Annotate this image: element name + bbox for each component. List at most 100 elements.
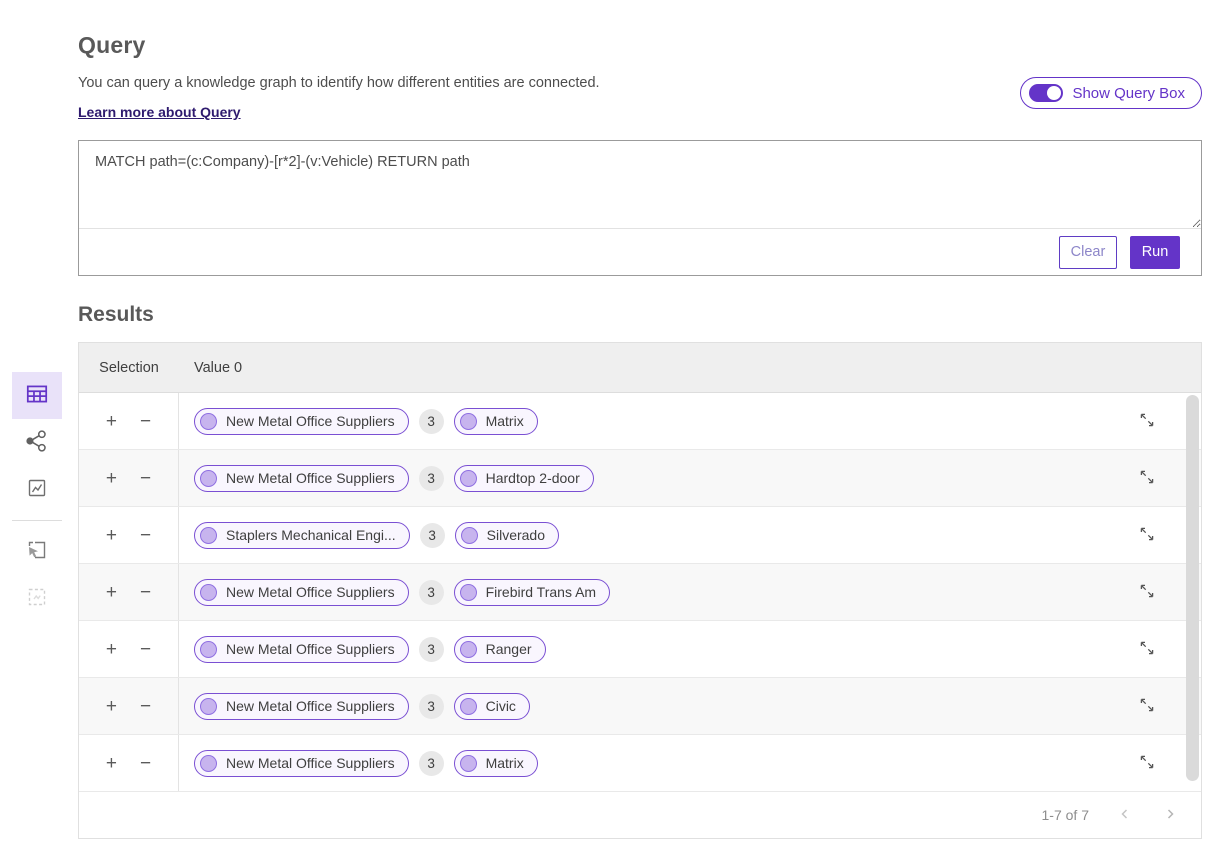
table-row: + − Staplers Mechanical Engi... 3 Silver… [79, 507, 1201, 564]
query-input[interactable]: MATCH path=(c:Company)-[r*2]-(v:Vehicle)… [79, 141, 1201, 229]
entity-pill-company[interactable]: New Metal Office Suppliers [194, 693, 409, 720]
expand-row-button[interactable] [1137, 581, 1157, 604]
entity-pill-vehicle[interactable]: Firebird Trans Am [454, 579, 610, 606]
entity-pill-vehicle[interactable]: Hardtop 2-door [454, 465, 594, 492]
chevron-right-icon [1163, 809, 1177, 824]
node-dot-icon [200, 755, 217, 772]
remove-selection-button[interactable]: − [140, 526, 151, 545]
path-count-badge: 3 [419, 694, 444, 719]
scrollbar-thumb[interactable] [1186, 395, 1199, 781]
remove-selection-button[interactable]: − [140, 412, 151, 431]
entity-pill-company[interactable]: New Metal Office Suppliers [194, 636, 409, 663]
map-select-view-button[interactable] [12, 528, 62, 575]
query-card: MATCH path=(c:Company)-[r*2]-(v:Vehicle)… [78, 140, 1202, 276]
expand-icon [1139, 644, 1155, 659]
column-header-value0: Value 0 [179, 360, 242, 376]
node-dot-icon [200, 698, 217, 715]
path-count-badge: 3 [419, 466, 444, 491]
learn-more-link[interactable]: Learn more about Query [78, 104, 241, 120]
show-query-box-toggle[interactable]: Show Query Box [1020, 77, 1202, 109]
sidebar-divider [12, 520, 62, 521]
entity-pill-company[interactable]: New Metal Office Suppliers [194, 465, 409, 492]
table-row: + − New Metal Office Suppliers 3 Matrix [79, 735, 1201, 792]
entity-pill-vehicle[interactable]: Civic [454, 693, 530, 720]
path-count-badge: 3 [419, 409, 444, 434]
remove-selection-button[interactable]: − [140, 469, 151, 488]
clear-button[interactable]: Clear [1059, 236, 1117, 269]
add-selection-button[interactable]: + [106, 697, 117, 716]
table-view-button[interactable] [12, 372, 62, 419]
empty-view-icon [25, 585, 49, 612]
add-selection-button[interactable]: + [106, 412, 117, 431]
entity-pill-vehicle[interactable]: Ranger [454, 636, 546, 663]
remove-selection-button[interactable]: − [140, 640, 151, 659]
expand-row-button[interactable] [1137, 467, 1157, 490]
expand-icon [1139, 587, 1155, 602]
expand-row-button[interactable] [1137, 638, 1157, 661]
previous-page-button[interactable] [1116, 807, 1134, 824]
path-count-badge: 3 [420, 523, 445, 548]
page-description: You can query a knowledge graph to ident… [78, 75, 600, 91]
remove-selection-button[interactable]: − [140, 754, 151, 773]
expand-row-button[interactable] [1137, 524, 1157, 547]
node-dot-icon [460, 755, 477, 772]
path-count-badge: 3 [419, 580, 444, 605]
entity-pill-vehicle[interactable]: Matrix [454, 408, 538, 435]
run-button[interactable]: Run [1130, 236, 1180, 269]
query-page: Query You can query a knowledge graph to… [0, 0, 1215, 857]
node-dot-icon [461, 527, 478, 544]
expand-row-button[interactable] [1137, 410, 1157, 433]
view-switcher-sidebar [12, 372, 62, 622]
entity-pill-company[interactable]: New Metal Office Suppliers [194, 750, 409, 777]
expand-icon [1139, 473, 1155, 488]
graph-view-button[interactable] [12, 419, 62, 466]
add-selection-button[interactable]: + [106, 583, 117, 602]
path-count-badge: 3 [419, 751, 444, 776]
node-dot-icon [460, 641, 477, 658]
table-header-row: Selection Value 0 [79, 343, 1201, 393]
chart-view-icon [25, 476, 49, 503]
empty-view-button[interactable] [12, 575, 62, 622]
remove-selection-button[interactable]: − [140, 583, 151, 602]
entity-pill-vehicle[interactable]: Silverado [455, 522, 559, 549]
toggle-label: Show Query Box [1072, 85, 1185, 102]
toggle-on-icon [1029, 84, 1063, 102]
add-selection-button[interactable]: + [106, 754, 117, 773]
pagination-range: 1-7 of 7 [1042, 807, 1089, 823]
column-header-selection: Selection [79, 360, 179, 376]
chevron-left-icon [1118, 809, 1132, 824]
add-selection-button[interactable]: + [106, 526, 117, 545]
node-dot-icon [460, 470, 477, 487]
path-count-badge: 3 [419, 637, 444, 662]
table-pagination: 1-7 of 7 [79, 792, 1201, 838]
expand-row-button[interactable] [1137, 752, 1157, 775]
graph-view-icon [24, 428, 50, 457]
entity-pill-company[interactable]: New Metal Office Suppliers [194, 408, 409, 435]
node-dot-icon [460, 413, 477, 430]
table-row: + − New Metal Office Suppliers 3 Ranger [79, 621, 1201, 678]
results-title: Results [78, 303, 1202, 327]
results-table: Selection Value 0 + − New Metal Office S… [78, 342, 1202, 839]
node-dot-icon [200, 527, 217, 544]
entity-pill-company[interactable]: New Metal Office Suppliers [194, 579, 409, 606]
node-dot-icon [460, 584, 477, 601]
expand-icon [1139, 758, 1155, 773]
table-view-icon [24, 381, 50, 410]
node-dot-icon [200, 413, 217, 430]
remove-selection-button[interactable]: − [140, 697, 151, 716]
page-title: Query [78, 32, 1202, 59]
chart-view-button[interactable] [12, 466, 62, 513]
entity-pill-vehicle[interactable]: Matrix [454, 750, 538, 777]
node-dot-icon [200, 584, 217, 601]
add-selection-button[interactable]: + [106, 469, 117, 488]
expand-icon [1139, 530, 1155, 545]
map-select-view-icon [25, 538, 49, 565]
node-dot-icon [460, 698, 477, 715]
entity-pill-company[interactable]: Staplers Mechanical Engi... [194, 522, 410, 549]
expand-row-button[interactable] [1137, 695, 1157, 718]
node-dot-icon [200, 470, 217, 487]
next-page-button[interactable] [1161, 807, 1179, 824]
table-row: + − New Metal Office Suppliers 3 Matrix [79, 393, 1201, 450]
add-selection-button[interactable]: + [106, 640, 117, 659]
table-row: + − New Metal Office Suppliers 3 Civic [79, 678, 1201, 735]
